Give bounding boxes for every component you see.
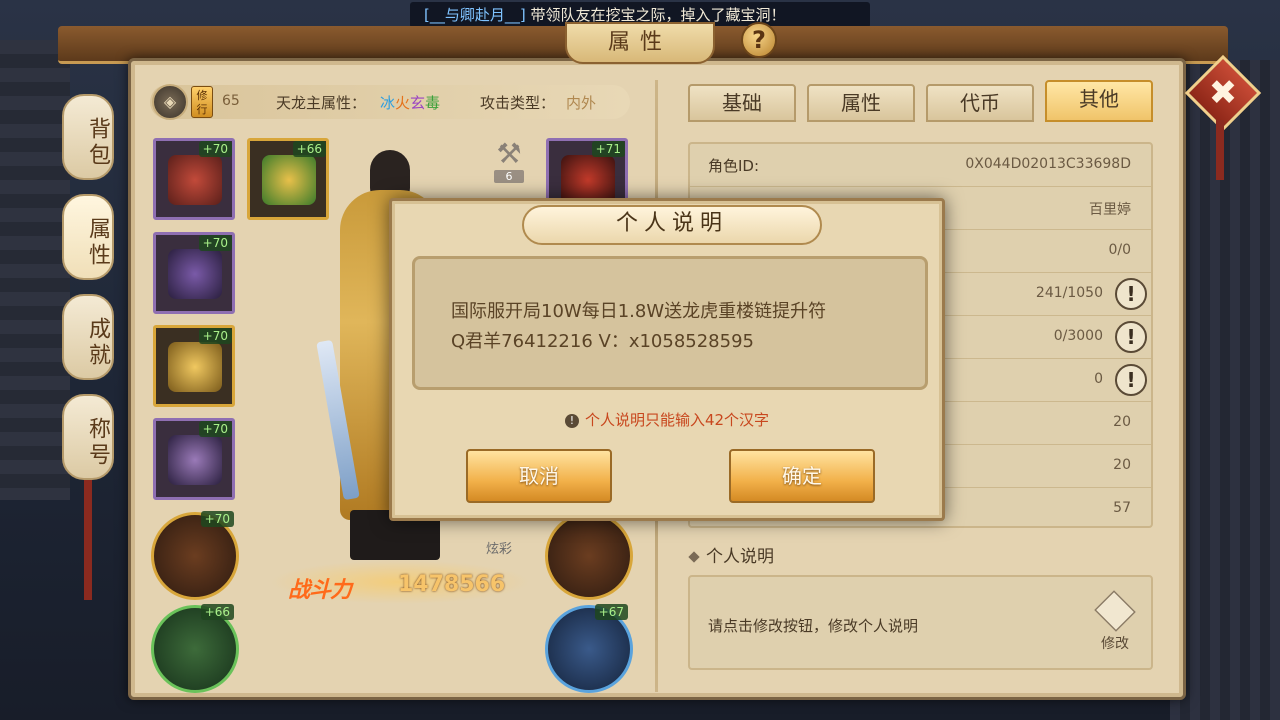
helmet-icon <box>168 155 222 205</box>
warning-icon: ! <box>564 413 579 428</box>
close-icon: ✖ <box>1208 73 1238 113</box>
cultivation-level: 65 <box>222 93 240 109</box>
personal-description-box: 请点击修改按钮，修改个人说明 修改 <box>688 575 1153 670</box>
main-attribute-value: 冰火玄毒 <box>380 92 440 113</box>
enhance-level: +67 <box>594 604 628 620</box>
info-row-value: 0/3000 <box>1053 328 1103 344</box>
side-tab-titles[interactable]: 称号 <box>62 394 114 480</box>
tab-attributes[interactable]: 属性 <box>807 84 915 122</box>
attr-xuan: 玄 <box>410 94 426 112</box>
window-title: 属性 <box>565 22 715 64</box>
info-row-value: 20 <box>1113 414 1131 430</box>
forge-button[interactable]: ⚒ 6 <box>487 137 531 191</box>
attr-fire: 火 <box>395 94 411 112</box>
info-row-value: 241/1050 <box>1035 285 1103 301</box>
equip-slot-boots[interactable]: +70 <box>153 418 235 500</box>
forge-count: 6 <box>494 170 524 183</box>
description-line-1: 国际服开局10W每日1.8W送龙虎重楼链提升符 <box>451 301 827 322</box>
confirm-button[interactable]: 确定 <box>729 449 875 503</box>
personal-description-placeholder: 请点击修改按钮，修改个人说明 <box>708 617 919 635</box>
equip-slot-amulet[interactable]: +70 <box>151 511 239 600</box>
dialog-title: 个人说明 <box>522 205 822 245</box>
enhance-level: +66 <box>200 604 234 620</box>
equip-slot-helmet[interactable]: +70 <box>153 138 235 220</box>
cultivation-badge[interactable]: 修行 <box>191 86 213 118</box>
help-button[interactable]: ? <box>741 22 777 58</box>
equip-slot-glove[interactable]: +70 <box>153 325 235 407</box>
personal-description-dialog: 个人说明 国际服开局10W每日1.8W送龙虎重楼链提升符 Q君羊76412216… <box>389 198 945 521</box>
main-attribute-label: 天龙主属性： <box>276 94 367 112</box>
sect-emblem-icon[interactable]: ◈ <box>152 84 188 120</box>
description-line-2: Q君羊76412216 V：x1058528595 <box>451 331 754 352</box>
attr-ice: 冰 <box>380 94 396 112</box>
enhance-level: +70 <box>198 328 232 344</box>
side-tab-bag-label: 背包 <box>85 117 110 169</box>
enhance-level: +70 <box>198 141 232 157</box>
dialog-warning-text: 个人说明只能输入42个汉字 <box>584 411 770 429</box>
side-tab-achievements-label: 成就 <box>85 317 110 369</box>
info-row: 角色ID: 0X044D02013C33698D <box>690 144 1151 187</box>
side-tab-titles-label: 称号 <box>85 417 110 469</box>
info-row-value: 0/0 <box>1108 242 1131 258</box>
attr-poison: 毒 <box>425 94 441 112</box>
equip-slot-armor[interactable]: +70 <box>153 232 235 314</box>
info-exclaim-button[interactable]: ! <box>1115 278 1147 310</box>
pen-icon <box>1094 590 1136 632</box>
tab-basic[interactable]: 基础 <box>688 84 796 122</box>
dazzle-button[interactable]: 炫彩 <box>486 538 512 557</box>
combat-power-label: 战斗力 <box>288 578 352 603</box>
left-tassel <box>84 470 92 600</box>
tab-other[interactable]: 其他 <box>1045 80 1153 122</box>
info-exclaim-button[interactable]: ! <box>1115 364 1147 396</box>
info-row-value: 20 <box>1113 457 1131 473</box>
right-tassel <box>1216 120 1224 180</box>
equip-slot-pendant[interactable]: +67 <box>545 604 633 693</box>
personal-section-label: 个人说明 <box>706 547 774 567</box>
edit-button[interactable]: 修改 <box>1087 590 1143 655</box>
side-tab-attributes-label: 属性 <box>85 217 110 269</box>
side-tab-attributes[interactable]: 属性 <box>62 194 114 280</box>
cancel-button[interactable]: 取消 <box>466 449 612 503</box>
info-exclaim-button[interactable]: ! <box>1115 321 1147 353</box>
enhance-level: +70 <box>198 235 232 251</box>
equip-slot-jade[interactable]: +66 <box>151 604 239 693</box>
background-roof-right <box>1170 60 1280 720</box>
tab-currency[interactable]: 代币 <box>926 84 1034 122</box>
marquee-player-name: [__与卿赴月__] <box>424 6 526 24</box>
boots-icon <box>168 435 222 485</box>
personal-section-title: 个人说明 <box>688 542 774 567</box>
info-row-value: 57 <box>1113 500 1131 516</box>
hammer-icon: ⚒ <box>496 137 522 170</box>
combat-power-value: 1478566 <box>398 572 506 597</box>
info-row-label: 角色ID: <box>708 157 760 175</box>
background-roof-left <box>0 40 70 500</box>
info-row-value: 0X044D02013C33698D <box>965 156 1131 172</box>
enhance-level: +71 <box>591 141 625 157</box>
edit-button-label: 修改 <box>1101 636 1129 652</box>
side-tab-bag[interactable]: 背包 <box>62 94 114 180</box>
diamond-icon <box>688 551 700 563</box>
description-input[interactable]: 国际服开局10W每日1.8W送龙虎重楼链提升符 Q君羊76412216 V：x1… <box>412 256 928 390</box>
info-row-value: 0 <box>1094 371 1103 387</box>
glove-icon <box>168 342 222 392</box>
enhance-level: +70 <box>198 421 232 437</box>
side-tab-achievements[interactable]: 成就 <box>62 294 114 380</box>
enhance-level: +70 <box>200 511 234 527</box>
armor-icon <box>168 249 222 299</box>
attack-type-label: 攻击类型： <box>480 94 556 112</box>
equip-slot-ring[interactable] <box>545 512 633 600</box>
info-row-value: 百里婷 <box>1089 202 1131 218</box>
dialog-warning: ! 个人说明只能输入42个汉字 <box>392 409 942 430</box>
attack-type-value: 内外 <box>566 94 597 112</box>
